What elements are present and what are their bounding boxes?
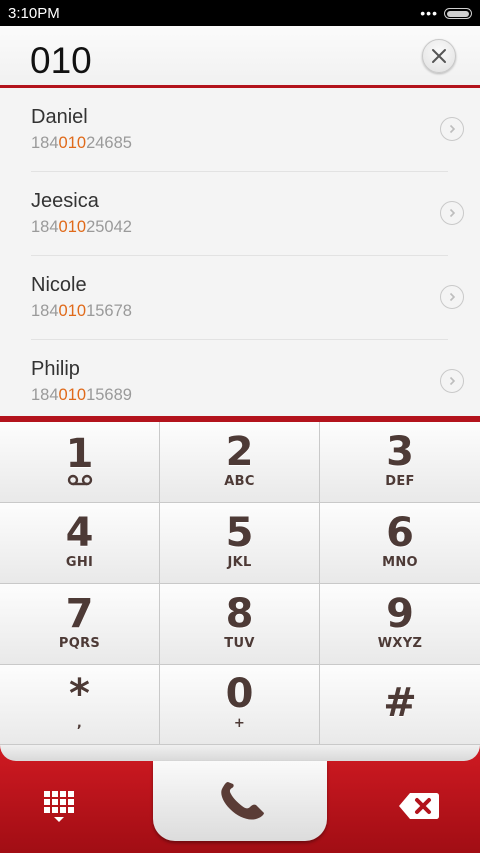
key-letters: GHI bbox=[65, 554, 94, 570]
number-match: 010 bbox=[58, 134, 87, 152]
key-3[interactable]: 3 DEF bbox=[320, 422, 480, 503]
key-letters: TUV bbox=[224, 635, 255, 651]
key-digit: 0 bbox=[225, 671, 254, 717]
key-digit: 9 bbox=[386, 590, 414, 637]
contact-detail-button[interactable] bbox=[440, 369, 464, 393]
key-digit: 1 bbox=[65, 431, 94, 477]
voicemail-icon bbox=[67, 474, 92, 486]
bottom-action-bar bbox=[0, 745, 480, 853]
chevron-right-icon bbox=[449, 292, 456, 302]
key-0[interactable]: 0 + bbox=[160, 665, 320, 745]
keypad-rim bbox=[0, 745, 480, 761]
key-letters: JKL bbox=[227, 554, 252, 570]
dialpad-toggle-button[interactable] bbox=[42, 789, 76, 825]
contact-detail-button[interactable] bbox=[440, 117, 464, 141]
key-2[interactable]: 2 ABC bbox=[160, 422, 320, 503]
key-digit: * bbox=[69, 671, 90, 717]
contact-detail-button[interactable] bbox=[440, 201, 464, 225]
contact-number: 18401015689 bbox=[31, 386, 132, 405]
dial-number-bar: 010 bbox=[0, 26, 480, 88]
key-letters: + bbox=[233, 716, 246, 731]
number-match: 010 bbox=[58, 386, 87, 404]
key-digit: 5 bbox=[225, 509, 254, 556]
key-digit: 8 bbox=[225, 590, 254, 637]
key-letters: DEF bbox=[385, 473, 415, 489]
key-1[interactable]: 1 bbox=[0, 422, 160, 503]
number-prefix: 184 bbox=[31, 218, 59, 236]
contact-detail-button[interactable] bbox=[440, 285, 464, 309]
key-5[interactable]: 5 JKL bbox=[160, 503, 320, 584]
number-match: 010 bbox=[58, 218, 87, 236]
key-6[interactable]: 6 MNO bbox=[320, 503, 480, 584]
status-time: 3:10PM bbox=[8, 5, 60, 22]
key-9[interactable]: 9 WXYZ bbox=[320, 584, 480, 665]
number-suffix: 15678 bbox=[86, 302, 132, 320]
key-digit: 2 bbox=[225, 428, 254, 475]
key-digit: 3 bbox=[386, 428, 414, 475]
number-suffix: 15689 bbox=[86, 386, 132, 404]
number-match: 010 bbox=[58, 302, 87, 320]
contact-number: 18401024685 bbox=[31, 134, 132, 153]
status-more-icon: ••• bbox=[420, 5, 438, 21]
dial-number-field[interactable]: 010 bbox=[30, 40, 92, 82]
dial-keypad: 1 2 ABC 3 DEF 4 GHI 5 JKL 6 MNO 7 PQRS 8… bbox=[0, 422, 480, 745]
close-icon bbox=[432, 49, 446, 63]
number-prefix: 184 bbox=[31, 134, 59, 152]
battery-icon bbox=[444, 8, 472, 19]
chevron-right-icon bbox=[449, 208, 456, 218]
contact-row[interactable]: Jeesica 18401025042 bbox=[31, 172, 464, 256]
key-star[interactable]: * , bbox=[0, 665, 160, 745]
phone-icon bbox=[221, 782, 264, 820]
key-letters: PQRS bbox=[58, 635, 101, 651]
key-digit: 7 bbox=[65, 590, 94, 637]
contact-row[interactable]: Philip 18401015689 bbox=[31, 340, 464, 416]
contact-name: Nicole bbox=[31, 274, 87, 296]
key-7[interactable]: 7 PQRS bbox=[0, 584, 160, 665]
contact-number: 18401025042 bbox=[31, 218, 132, 237]
contact-name: Philip bbox=[31, 358, 80, 380]
key-letters: MNO bbox=[382, 554, 418, 570]
key-letters: ABC bbox=[224, 473, 255, 489]
chevron-right-icon bbox=[449, 376, 456, 386]
contact-row[interactable]: Nicole 18401015678 bbox=[31, 256, 464, 340]
key-digit: 4 bbox=[65, 509, 94, 556]
contact-name: Daniel bbox=[31, 106, 88, 128]
status-bar: 3:10PM ••• bbox=[0, 0, 480, 26]
clear-button[interactable] bbox=[422, 39, 456, 73]
contact-number: 18401015678 bbox=[31, 302, 132, 321]
key-digit: # bbox=[383, 679, 417, 726]
key-digit: 6 bbox=[386, 509, 414, 556]
contact-name: Jeesica bbox=[31, 190, 99, 212]
backspace-icon bbox=[399, 793, 439, 819]
contact-row[interactable]: Daniel 18401024685 bbox=[31, 88, 464, 172]
number-suffix: 25042 bbox=[86, 218, 132, 236]
contact-match-list: Daniel 18401024685 Jeesica 18401025042 N… bbox=[0, 88, 480, 416]
backspace-button[interactable] bbox=[398, 791, 440, 821]
key-8[interactable]: 8 TUV bbox=[160, 584, 320, 665]
key-4[interactable]: 4 GHI bbox=[0, 503, 160, 584]
number-prefix: 184 bbox=[31, 386, 59, 404]
key-letters: WXYZ bbox=[377, 635, 423, 651]
call-button[interactable] bbox=[153, 761, 327, 841]
number-suffix: 24685 bbox=[86, 134, 132, 152]
number-prefix: 184 bbox=[31, 302, 59, 320]
chevron-right-icon bbox=[449, 124, 456, 134]
dialpad-icon bbox=[44, 791, 74, 822]
key-letters: , bbox=[76, 716, 83, 731]
key-hash[interactable]: # bbox=[320, 665, 480, 745]
